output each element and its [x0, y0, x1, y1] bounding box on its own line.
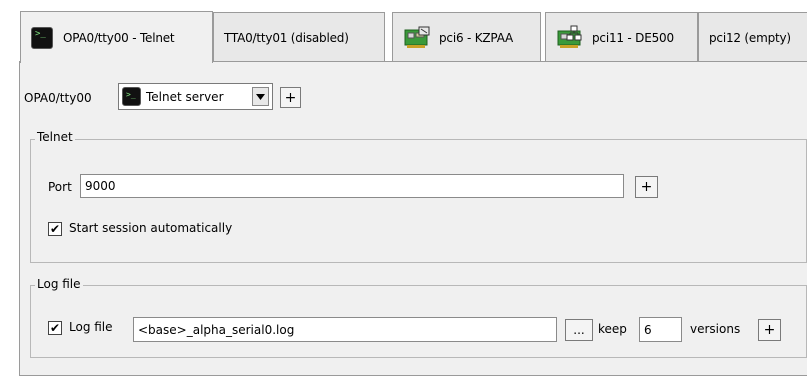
tab-strip: >_ OPA0/tty00 - Telnet TTA0/tty01 (disab… — [0, 0, 807, 63]
logfile-browse-button[interactable]: ... — [565, 319, 593, 341]
tab-tta0-disabled[interactable]: TTA0/tty01 (disabled) — [213, 12, 385, 62]
tab-label: pci6 - KZPAA — [439, 30, 514, 45]
tab-opa0-telnet[interactable]: >_ OPA0/tty00 - Telnet — [20, 11, 213, 63]
device-add-button[interactable]: + — [280, 87, 301, 108]
network-card-icon — [557, 25, 582, 48]
scsi-card-icon — [404, 26, 430, 48]
tab-label: OPA0/tty00 - Telnet — [63, 30, 175, 45]
tab-pci12-empty[interactable]: pci12 (empty) — [698, 12, 807, 62]
tab-label: pci12 (empty) — [709, 30, 791, 45]
device-label: OPA0/tty00 — [24, 91, 92, 105]
versions-label: versions — [690, 322, 741, 336]
keep-label: keep — [598, 322, 627, 336]
logfile-group-title: Log file — [35, 277, 83, 291]
device-type-select[interactable]: >_ Telnet server — [118, 83, 273, 110]
port-input[interactable]: 9000 — [80, 174, 624, 198]
terminal-icon: >_ — [31, 26, 53, 49]
auto-start-label: Start session automatically — [69, 221, 233, 235]
tab-label: TTA0/tty01 (disabled) — [224, 30, 349, 45]
telnet-group — [30, 139, 807, 263]
device-type-value: Telnet server — [146, 89, 224, 104]
versions-input[interactable]: 6 — [639, 317, 682, 342]
port-label: Port — [48, 180, 72, 194]
tab-label: pci11 - DE500 — [592, 30, 674, 45]
chevron-down-icon[interactable] — [252, 87, 269, 106]
tab-pci11-de500[interactable]: pci11 - DE500 — [545, 12, 698, 62]
logfile-path-input[interactable]: <base>_alpha_serial0.log — [133, 317, 557, 342]
logfile-enabled-checkbox[interactable]: ✔ — [48, 321, 62, 335]
auto-start-checkbox[interactable]: ✔ — [48, 222, 62, 236]
logfile-enabled-label: Log file — [69, 320, 113, 334]
logfile-add-button[interactable]: + — [758, 319, 781, 341]
tab-pci6-kzpaa[interactable]: pci6 - KZPAA — [392, 12, 541, 62]
terminal-icon: >_ — [122, 87, 141, 106]
port-add-button[interactable]: + — [635, 176, 658, 198]
telnet-group-title: Telnet — [35, 130, 75, 144]
